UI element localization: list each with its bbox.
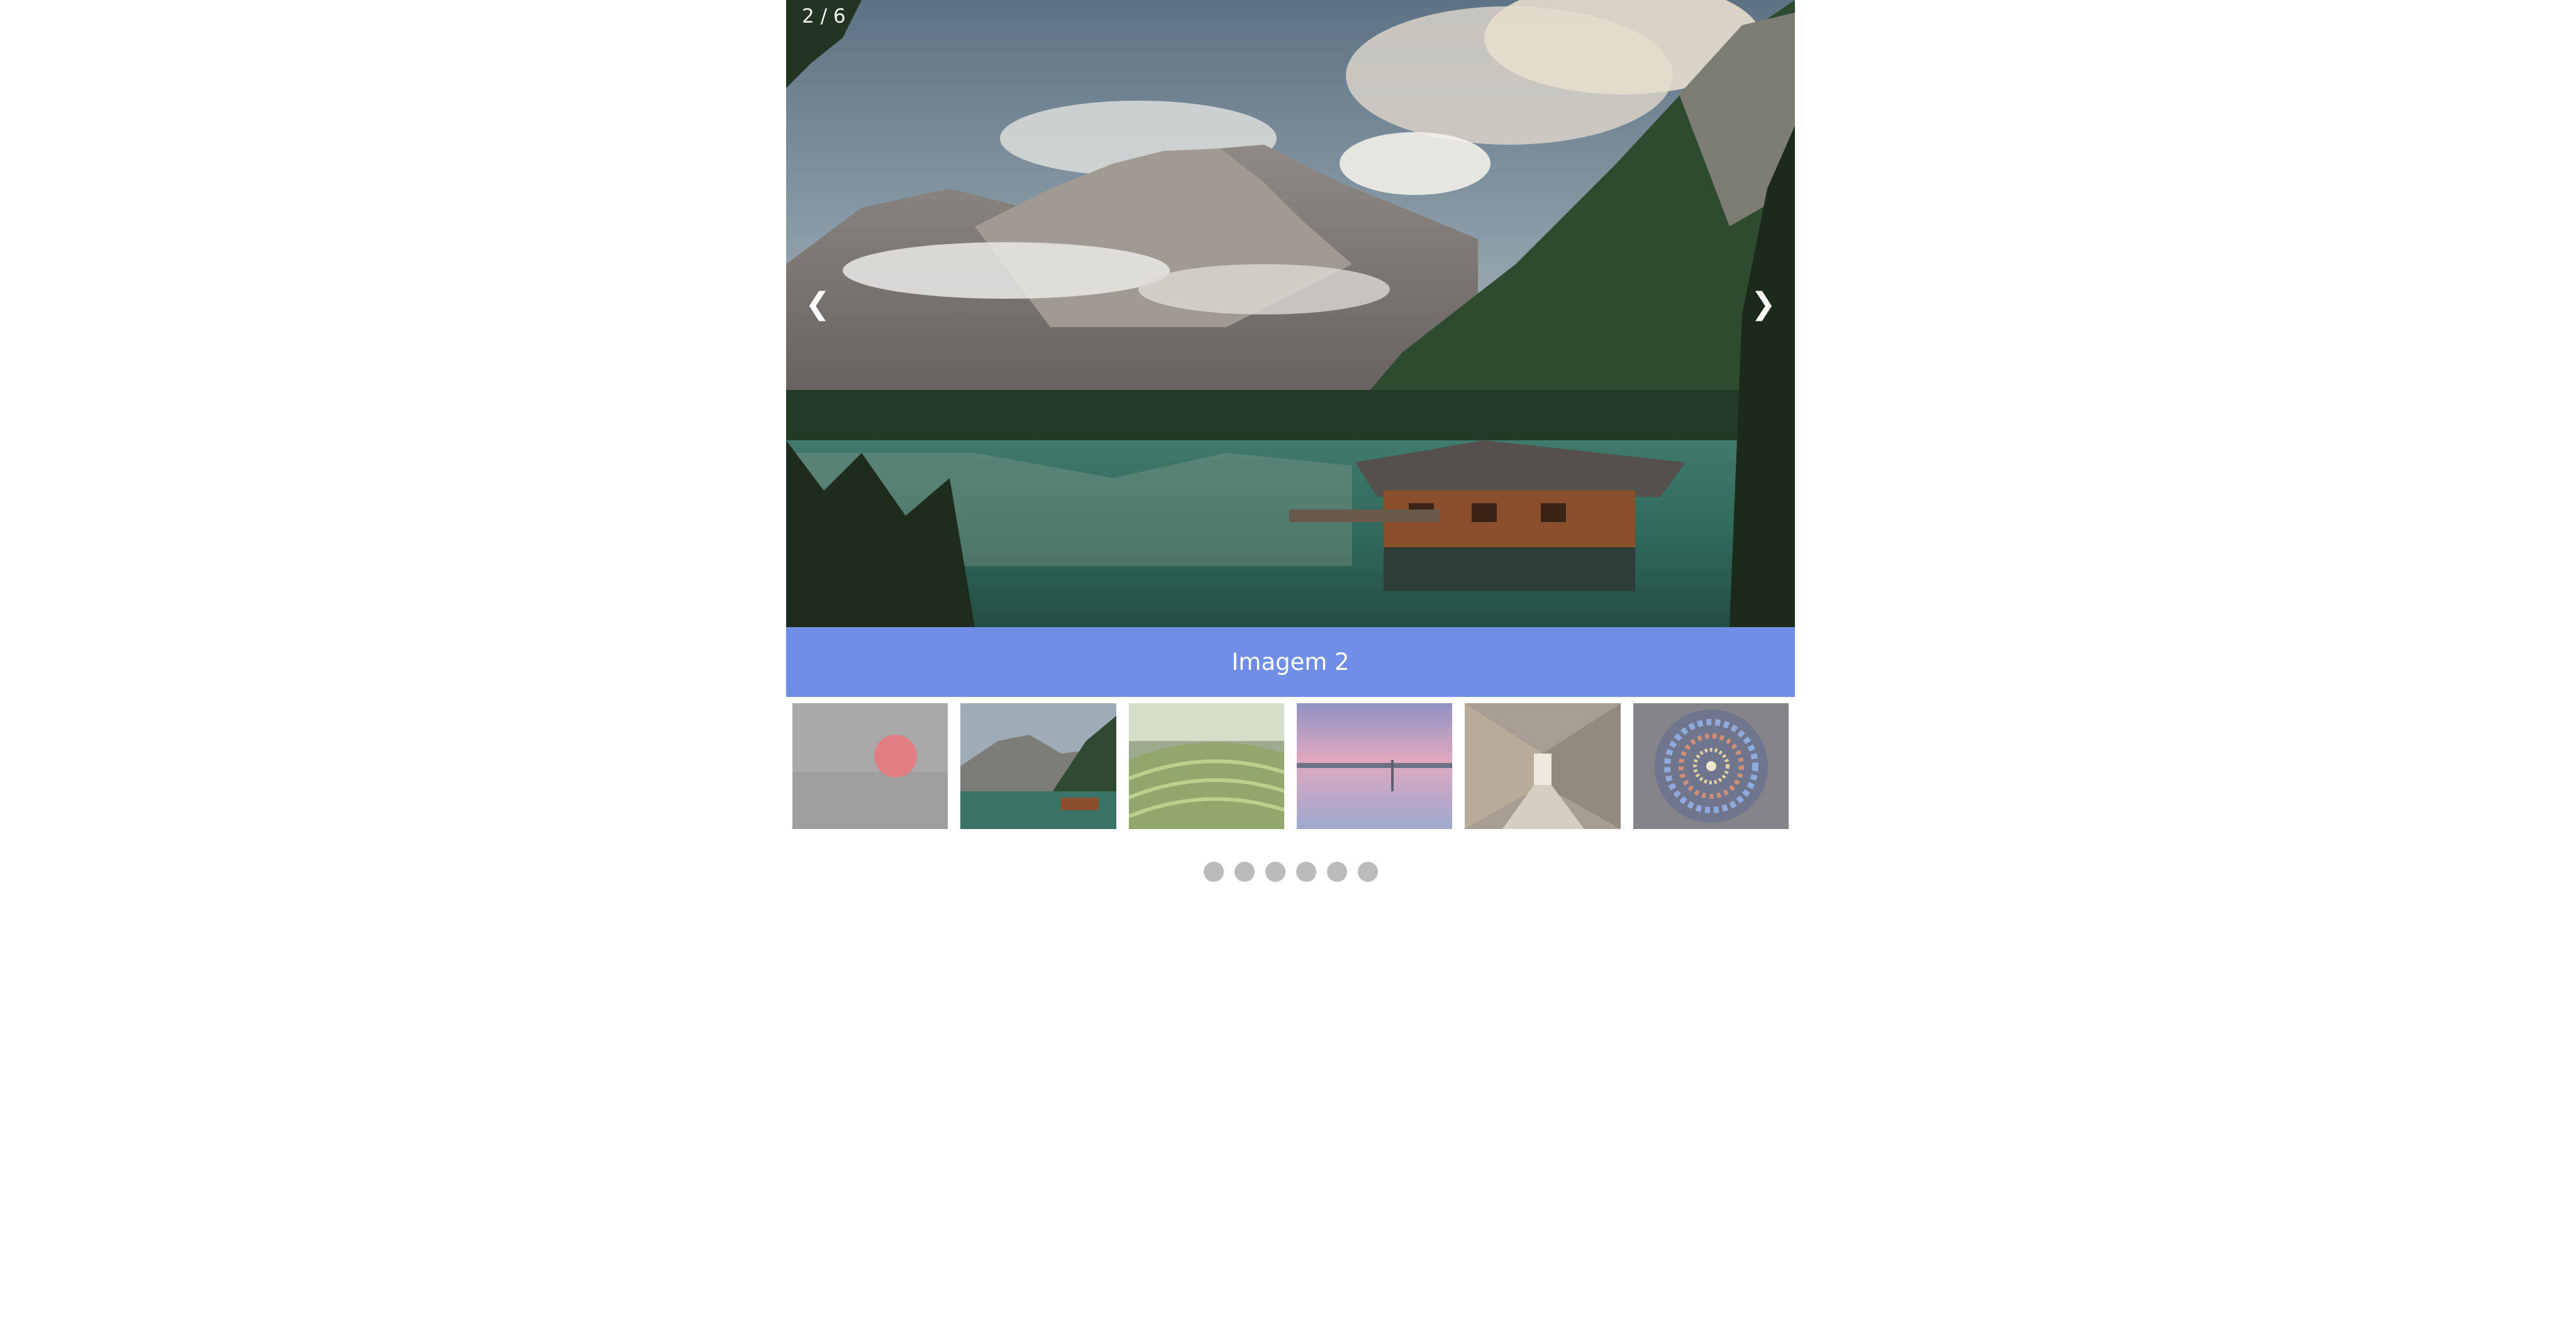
slideshow: 2 / 6 ❮ ❯ Imagem 2 [786,0,1795,882]
slide-dot-6[interactable] [1357,862,1378,882]
main-slide: 2 / 6 ❮ ❯ [786,0,1795,627]
thumbnail-6[interactable] [1633,703,1789,829]
slide-dot-4[interactable] [1296,862,1316,882]
caption-bar: Imagem 2 [786,627,1795,697]
previous-slide-button[interactable]: ❮ [794,286,841,321]
thumbnail-4[interactable] [1296,703,1453,829]
thumbnail-2[interactable] [960,703,1116,829]
mountain-lake-boathouse-image [960,703,1116,829]
slide-caption: Imagem 2 [1231,649,1350,676]
next-slide-button[interactable]: ❯ [1740,286,1787,321]
gothic-cloister-corridor-image [1465,703,1621,829]
slide-counter: 2 / 6 [802,5,846,28]
slide-dot-3[interactable] [1265,862,1285,882]
thumbnail-strip [786,697,1795,829]
slide-dot-1[interactable] [1203,862,1224,882]
stained-glass-rose-window-image [1633,703,1789,829]
pink-sunset-lake-image [1296,703,1453,829]
slide-dot-5[interactable] [1326,862,1347,882]
mountain-lake-photo [786,0,1795,627]
thumbnail-5[interactable] [1465,703,1621,829]
thumbnail-3[interactable] [1128,703,1284,829]
red-sun-in-haze-image [792,703,948,829]
thumbnail-1[interactable] [792,703,948,829]
slide-dot-2[interactable] [1234,862,1255,882]
rice-terraces-image [1128,703,1284,829]
slide-indicators [786,862,1795,882]
